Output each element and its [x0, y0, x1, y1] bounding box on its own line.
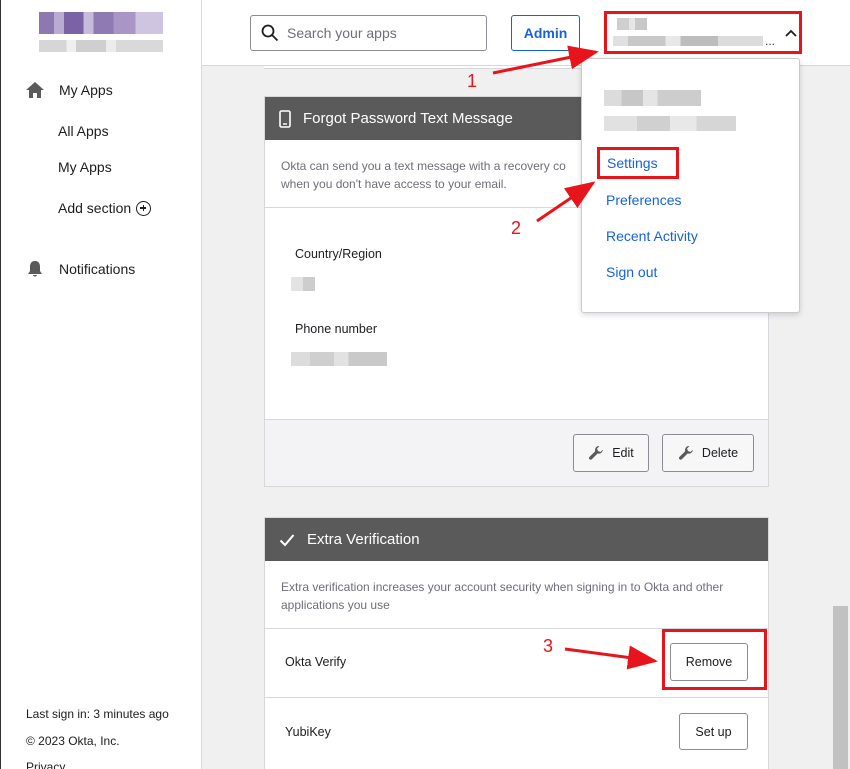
ev-card-description: Extra verification increases your accoun… [281, 580, 724, 594]
ev-card-header: Extra Verification [265, 518, 768, 561]
top-header: Admin ... [202, 0, 850, 66]
bell-icon [28, 261, 42, 277]
okta-verify-label: Okta Verify [285, 655, 347, 669]
plus-circle-icon [136, 200, 152, 216]
sidebar: My Apps All Apps My Apps Add section Not… [0, 0, 202, 769]
nav-my-apps[interactable]: My Apps [25, 80, 113, 100]
sms-card-footer: Edit Delete [265, 419, 768, 486]
ev-card-title: Extra Verification [307, 531, 420, 548]
sign-out-menu-item[interactable]: Sign out [606, 264, 657, 280]
phone-number-value [291, 352, 387, 366]
wrench-icon [589, 446, 604, 460]
org-logo-image [39, 12, 163, 34]
last-sign-in: Last sign in: 3 minutes ago [26, 707, 169, 721]
privacy-link[interactable]: Privacy [26, 760, 65, 769]
search-icon [261, 24, 279, 42]
edit-button[interactable]: Edit [573, 434, 649, 472]
annotation-number-3: 3 [543, 636, 554, 656]
user-dropdown-menu: Settings Preferences Recent Activity Sig… [581, 58, 800, 313]
delete-label: Delete [701, 446, 739, 460]
ev-card-description-2: applications you use [281, 598, 390, 612]
scrollbar-thumb[interactable] [833, 606, 848, 769]
recent-activity-menu-item[interactable]: Recent Activity [606, 228, 698, 244]
checkmark-icon [279, 533, 295, 546]
nav-notifications[interactable]: Notifications [25, 260, 135, 278]
annotation-number-2: 2 [511, 218, 522, 238]
ev-card-description-area: Extra verification increases your accoun… [265, 561, 768, 628]
chevron-up-icon [785, 29, 797, 37]
nav-notifications-label: Notifications [59, 261, 136, 277]
country-region-label: Country/Region [295, 247, 382, 261]
user-menu-ellipsis: ... [765, 34, 776, 48]
admin-button[interactable]: Admin [511, 15, 580, 51]
nav-all-apps[interactable]: All Apps [58, 123, 109, 139]
preferences-menu-item[interactable]: Preferences [606, 192, 681, 208]
sms-card-title: Forgot Password Text Message [303, 110, 513, 127]
user-email [613, 36, 763, 46]
user-name [617, 18, 647, 30]
wrench-icon [678, 446, 693, 460]
nav-my-apps-sub[interactable]: My Apps [58, 159, 112, 175]
add-section-button[interactable]: Add section [58, 200, 152, 216]
country-region-value [291, 277, 315, 291]
settings-menu-item[interactable]: Settings [597, 147, 679, 179]
user-menu-button[interactable]: ... [604, 11, 802, 54]
org-logo[interactable] [39, 12, 163, 52]
annotation-number-1: 1 [467, 71, 478, 91]
setup-yubikey-button[interactable]: Set up [679, 713, 748, 750]
copyright: © 2023 Okta, Inc. [26, 734, 120, 748]
yubikey-label: YubiKey [285, 725, 331, 739]
home-icon [26, 82, 44, 98]
delete-button[interactable]: Delete [662, 434, 754, 472]
add-section-label: Add section [58, 200, 132, 216]
remove-okta-verify-button[interactable]: Remove [670, 643, 748, 681]
phone-icon [279, 109, 291, 128]
edit-label: Edit [612, 446, 634, 460]
dropdown-user-name [604, 90, 701, 106]
ev-row-yubikey: YubiKey Set up [265, 697, 768, 769]
nav-my-apps-label: My Apps [59, 82, 113, 98]
dropdown-user-email [604, 116, 736, 131]
search-input[interactable] [287, 25, 477, 41]
phone-number-label: Phone number [295, 322, 378, 336]
org-logo-subtitle [39, 40, 163, 52]
search-box[interactable] [250, 15, 487, 51]
